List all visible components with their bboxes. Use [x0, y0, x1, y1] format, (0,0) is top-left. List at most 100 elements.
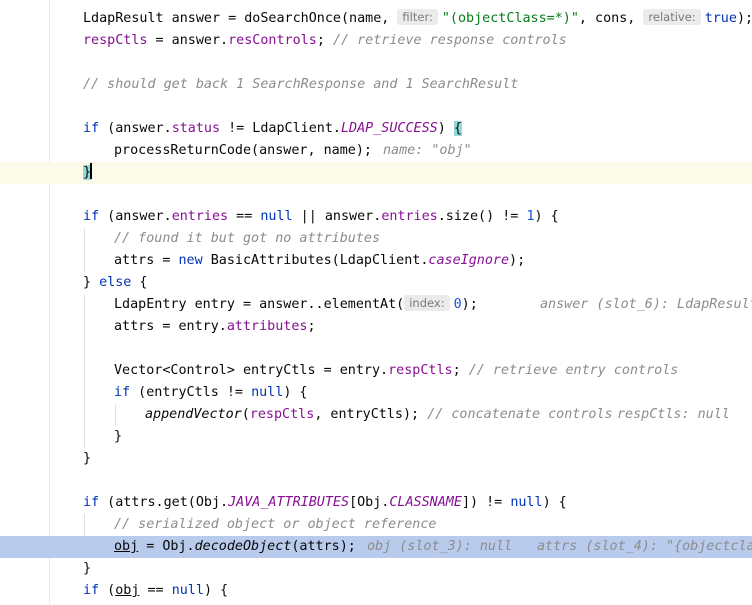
code-text: (attrs);: [291, 539, 356, 554]
code-text: (: [99, 583, 116, 598]
keyword: null: [171, 583, 204, 598]
method-call: appendVector: [145, 407, 242, 422]
code-line-26[interactable]: }: [0, 558, 752, 580]
code-comment: // concatenate controls: [427, 407, 613, 422]
code-line-14[interactable]: LdapEntry entry = answer..elementAt(inde…: [0, 294, 752, 316]
debug-inline-value: attrs (slot_4): "{objectclass: [537, 539, 752, 554]
code-text: ) {: [203, 583, 229, 598]
code-line-10[interactable]: if (answer.entries == null || answer.ent…: [0, 206, 752, 228]
keyword: new: [178, 253, 203, 268]
code-line-15[interactable]: attrs = entry.attributes;: [0, 316, 752, 338]
code-line-23[interactable]: if (attrs.get(Obj.JAVA_ATTRIBUTES[Obj.CL…: [0, 492, 752, 514]
code-text: ;: [316, 33, 333, 48]
matched-brace: {: [453, 121, 462, 136]
code-line-18[interactable]: if (entryCtls != null) {: [0, 382, 752, 404]
code-text: }: [83, 451, 92, 466]
keyword: if: [83, 583, 100, 598]
static-constant: CLASSNAME: [389, 495, 462, 510]
code-line-17[interactable]: Vector<Control> entryCtls = entry.respCt…: [0, 360, 752, 382]
code-text: .size() !=: [437, 209, 527, 224]
code-text: , entryCtls);: [314, 407, 428, 422]
code-line-7[interactable]: processReturnCode(answer, name); name: "…: [0, 140, 752, 162]
code-text: (attrs.get(Obj.: [99, 495, 229, 510]
code-text: [Obj.: [349, 495, 390, 510]
code-text: );: [461, 297, 478, 312]
code-line-21[interactable]: }: [0, 448, 752, 470]
keyword: null: [510, 495, 543, 510]
local-variable: obj: [115, 583, 140, 598]
code-text: }: [83, 561, 92, 576]
method-call: decodeObject: [194, 539, 292, 554]
code-text: ) {: [542, 495, 567, 510]
parameter-hint: relative:: [643, 9, 701, 25]
field-name: entries: [171, 209, 229, 224]
field-name: respCtls: [388, 363, 453, 378]
code-text: ;: [307, 319, 316, 334]
debug-inline-value: obj (slot_3): null: [367, 539, 513, 554]
keyword: if: [83, 495, 100, 510]
debug-inline-value: respCtls: null: [617, 407, 730, 422]
code-text: ]) !=: [461, 495, 511, 510]
code-text: = answer.: [147, 33, 229, 48]
code-text: (entryCtls !=: [130, 385, 252, 400]
code-text: }: [83, 275, 100, 290]
code-text: attrs = entry.: [114, 319, 227, 334]
code-text: LdapResult answer = doSearchOnce(name,: [83, 11, 398, 26]
debug-inline-value: answer (slot_6): LdapResult: [540, 297, 752, 312]
keyword: null: [260, 209, 293, 224]
code-text: ==: [139, 583, 172, 598]
code-line-12[interactable]: attrs = new BasicAttributes(LdapClient.c…: [0, 250, 752, 272]
code-text: LdapEntry entry = answer.: [114, 297, 316, 312]
code-line-2[interactable]: respCtls = answer.resControls; // retrie…: [0, 30, 752, 52]
code-line-25-execution-point[interactable]: obj = Obj.decodeObject(attrs); obj (slot…: [0, 536, 752, 558]
code-comment: // retrieve response controls: [332, 33, 567, 48]
number-literal: 1: [526, 209, 535, 224]
code-line-6[interactable]: if (answer.status != LdapClient.LDAP_SUC…: [0, 118, 752, 140]
local-variable: obj: [114, 539, 139, 554]
parameter-hint: filter:: [397, 9, 438, 25]
code-line-1[interactable]: LdapResult answer = doSearchOnce(name, f…: [0, 8, 752, 30]
code-text: (answer.: [99, 121, 172, 136]
code-text: );: [736, 11, 752, 26]
code-comment: // found it but got no attributes: [114, 231, 381, 246]
code-comment: // retrieve entry controls: [468, 363, 679, 378]
parameter-hint: index:: [404, 295, 450, 311]
keyword: if: [83, 209, 100, 224]
static-constant: JAVA_ATTRIBUTES: [228, 495, 350, 510]
code-line-24[interactable]: // serialized object or object reference: [0, 514, 752, 536]
field-name: attributes: [226, 319, 308, 334]
code-text: ) {: [534, 209, 559, 224]
number-literal: 0: [453, 297, 462, 312]
field-name: resControls: [228, 33, 317, 48]
code-text: );: [509, 253, 526, 268]
code-line-27[interactable]: if (obj == null) {: [0, 580, 752, 602]
code-line-4[interactable]: // should get back 1 SearchResponse and …: [0, 74, 752, 96]
code-line-11[interactable]: // found it but got no attributes: [0, 228, 752, 250]
code-line-20[interactable]: }: [0, 426, 752, 448]
code-line-8[interactable]: }: [0, 162, 752, 184]
code-text: {: [131, 275, 148, 290]
code-text: .elementAt(: [315, 297, 405, 312]
field-name: respCtls: [249, 407, 315, 422]
code-comment: // should get back 1 SearchResponse and …: [83, 77, 519, 92]
string-literal: "(objectClass=*)": [441, 11, 579, 26]
field-name: entries: [381, 209, 438, 224]
static-constant: LDAP_SUCCESS: [341, 121, 438, 136]
code-text: ==: [228, 209, 261, 224]
code-text: , cons,: [578, 11, 644, 26]
code-text: Vector<Control> entryCtls = entry.: [114, 363, 389, 378]
keyword: if: [83, 121, 100, 136]
code-text: ;: [452, 363, 469, 378]
keyword: if: [114, 385, 131, 400]
code-text: attrs =: [114, 253, 179, 268]
keyword: true: [704, 11, 737, 26]
code-line-19[interactable]: appendVector(respCtls, entryCtls); // co…: [0, 404, 752, 426]
code-comment: // serialized object or object reference: [114, 517, 437, 532]
code-text: || answer.: [292, 209, 382, 224]
debug-inline-value: name: "obj": [383, 143, 472, 158]
code-text: ) {: [283, 385, 308, 400]
code-text: }: [114, 429, 123, 444]
code-line-13[interactable]: } else {: [0, 272, 752, 294]
code-text: (: [241, 407, 250, 422]
static-constant: caseIgnore: [428, 253, 510, 268]
